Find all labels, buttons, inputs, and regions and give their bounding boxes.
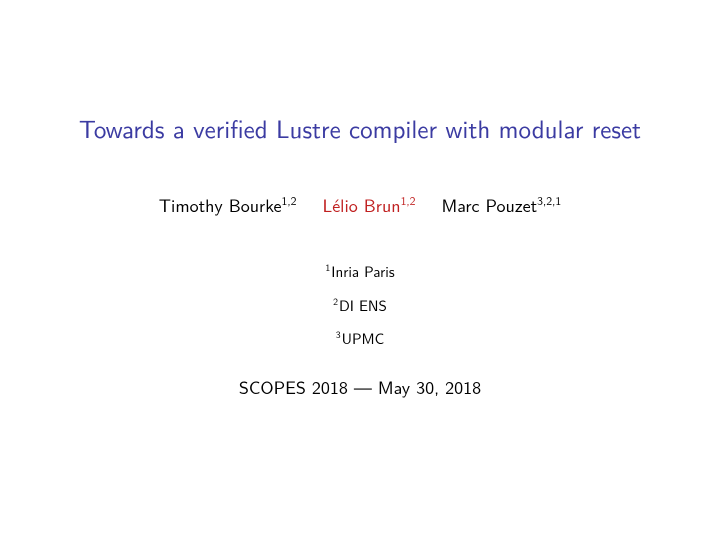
affil-num: 3 [336,328,341,342]
affiliation-list: 1Inria Paris 2DI ENS 3UPMC [30,262,690,349]
venue-line: SCOPES 2018 — May 30, 2018 [30,373,690,400]
slide-title: Towards a verified Lustre compiler with … [30,0,690,191]
author-1: Timothy Bourke1,2 [159,191,297,218]
affil-text: Inria Paris [331,260,394,282]
affil-num: 1 [325,261,330,275]
affiliation-2: 2DI ENS [30,296,690,316]
affil-text: UPMC [342,327,385,349]
title-slide: Towards a verified Lustre compiler with … [0,0,720,541]
affiliation-1: 1Inria Paris [30,262,690,282]
affiliation-3: 3UPMC [30,329,690,349]
author-name: Timothy Bourke [159,191,282,218]
author-list: Timothy Bourke1,2 Lélio Brun1,2 Marc Pou… [30,191,690,248]
author-affil: 3,2,1 [537,191,561,209]
author-3: Marc Pouzet3,2,1 [442,191,562,218]
author-name: Lélio Brun [322,191,400,218]
affil-text: DI ENS [339,294,387,316]
author-affil: 1,2 [401,191,416,209]
author-name: Marc Pouzet [442,191,538,218]
affil-num: 2 [333,295,338,309]
author-affil: 1,2 [282,191,297,209]
author-2: Lélio Brun1,2 [322,191,415,218]
